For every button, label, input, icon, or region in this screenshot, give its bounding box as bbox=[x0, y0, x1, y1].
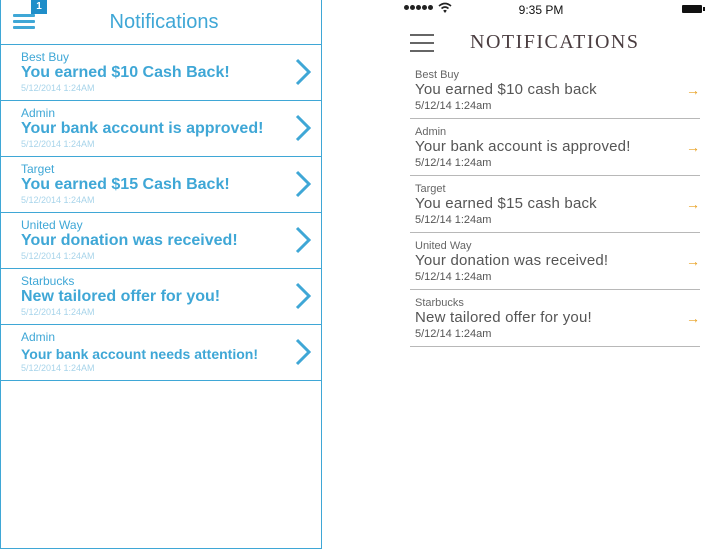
notification-item[interactable]: Target You earned $15 Cash Back! 5/12/20… bbox=[1, 157, 321, 213]
page-title: NOTIFICATIONS bbox=[470, 31, 640, 53]
notification-item[interactable]: United Way Your donation was received! 5… bbox=[1, 213, 321, 269]
battery-icon bbox=[682, 5, 705, 13]
notification-time: 5/12/14 1:24am bbox=[415, 271, 492, 283]
notification-time: 5/12/14 1:24am bbox=[415, 157, 492, 169]
arrow-right-icon[interactable]: → bbox=[686, 82, 700, 98]
nav-bar: NOTIFICATIONS bbox=[400, 26, 710, 62]
notification-source: United Way bbox=[415, 240, 472, 252]
notification-source: Target bbox=[21, 162, 55, 176]
notification-time: 5/12/2014 1:24AM bbox=[21, 83, 95, 93]
chevron-right-icon[interactable] bbox=[295, 114, 311, 142]
notification-item[interactable]: Starbucks New tailored offer for you! 5/… bbox=[1, 269, 321, 325]
notification-item[interactable]: Admin Your bank account is approved! 5/1… bbox=[410, 119, 700, 176]
chevron-right-icon[interactable] bbox=[295, 282, 311, 310]
notification-source: Admin bbox=[21, 106, 56, 120]
notification-message: You earned $15 Cash Back! bbox=[21, 176, 230, 193]
status-time: 9:35 PM bbox=[518, 3, 564, 17]
notification-source: Target bbox=[415, 183, 446, 195]
notification-message: You earned $10 cash back bbox=[415, 81, 597, 98]
notification-item[interactable]: Best Buy You earned $10 cash back 5/12/1… bbox=[410, 62, 700, 119]
notification-item[interactable]: Best Buy You earned $10 Cash Back! 5/12/… bbox=[1, 45, 321, 101]
left-header: 1 Notifications bbox=[1, 0, 321, 45]
chevron-right-icon[interactable] bbox=[295, 58, 311, 86]
notification-message: Your donation was received! bbox=[415, 252, 609, 269]
notification-message: New tailored offer for you! bbox=[21, 288, 221, 305]
notification-source: Best Buy bbox=[415, 69, 460, 81]
notification-source: Starbucks bbox=[415, 297, 464, 309]
notification-message: New tailored offer for you! bbox=[415, 309, 592, 326]
notification-message: Your donation was received! bbox=[21, 232, 238, 249]
notification-source: Starbucks bbox=[21, 274, 75, 288]
notification-time: 5/12/2014 1:24AM bbox=[21, 139, 95, 149]
notification-message: Your bank account is approved! bbox=[21, 120, 264, 137]
notification-time: 5/12/14 1:24am bbox=[415, 214, 492, 226]
notification-message: Your bank account is approved! bbox=[415, 138, 631, 155]
left-notifications-screen: 1 Notifications Best Buy You earned $10 … bbox=[0, 0, 322, 549]
notification-list: Best Buy You earned $10 cash back 5/12/1… bbox=[410, 62, 700, 347]
notification-source: United Way bbox=[21, 218, 83, 232]
notification-item[interactable]: Admin Your bank account is approved! 5/1… bbox=[1, 101, 321, 157]
notification-item[interactable]: Starbucks New tailored offer for you! 5/… bbox=[410, 290, 700, 347]
notification-time: 5/12/14 1:24am bbox=[415, 328, 492, 340]
notification-time: 5/12/2014 1:24AM bbox=[21, 195, 95, 205]
notification-time: 5/12/2014 1:24AM bbox=[21, 307, 95, 317]
notification-message: Your bank account needs attention! bbox=[21, 346, 258, 362]
notification-message: You earned $15 cash back bbox=[415, 195, 597, 212]
menu-icon[interactable] bbox=[410, 34, 434, 52]
notification-source: Best Buy bbox=[21, 50, 70, 64]
notification-time: 5/12/2014 1:24AM bbox=[21, 363, 95, 373]
notification-message: You earned $10 Cash Back! bbox=[21, 64, 230, 81]
chevron-right-icon[interactable] bbox=[295, 226, 311, 254]
notification-item[interactable]: United Way Your donation was received! 5… bbox=[410, 233, 700, 290]
chevron-right-icon[interactable] bbox=[295, 338, 311, 366]
arrow-right-icon[interactable]: → bbox=[686, 253, 700, 269]
notification-time: 5/12/14 1:24am bbox=[415, 100, 492, 112]
arrow-right-icon[interactable]: → bbox=[686, 139, 700, 155]
arrow-right-icon[interactable]: → bbox=[686, 196, 700, 212]
chevron-right-icon[interactable] bbox=[295, 170, 311, 198]
notification-item[interactable]: Target You earned $15 cash back 5/12/14 … bbox=[410, 176, 700, 233]
notification-source: Admin bbox=[415, 126, 447, 138]
arrow-right-icon[interactable]: → bbox=[686, 310, 700, 326]
right-notifications-screen: 9:35 PM NOTIFICATIONS Best Buy You earne… bbox=[400, 0, 710, 550]
notification-source: Admin bbox=[21, 330, 56, 344]
notification-time: 5/12/2014 1:24AM bbox=[21, 251, 95, 261]
page-title: Notifications bbox=[109, 11, 219, 33]
status-bar: 9:35 PM bbox=[400, 0, 710, 18]
notification-item[interactable]: Admin Your bank account needs attention!… bbox=[1, 325, 321, 381]
